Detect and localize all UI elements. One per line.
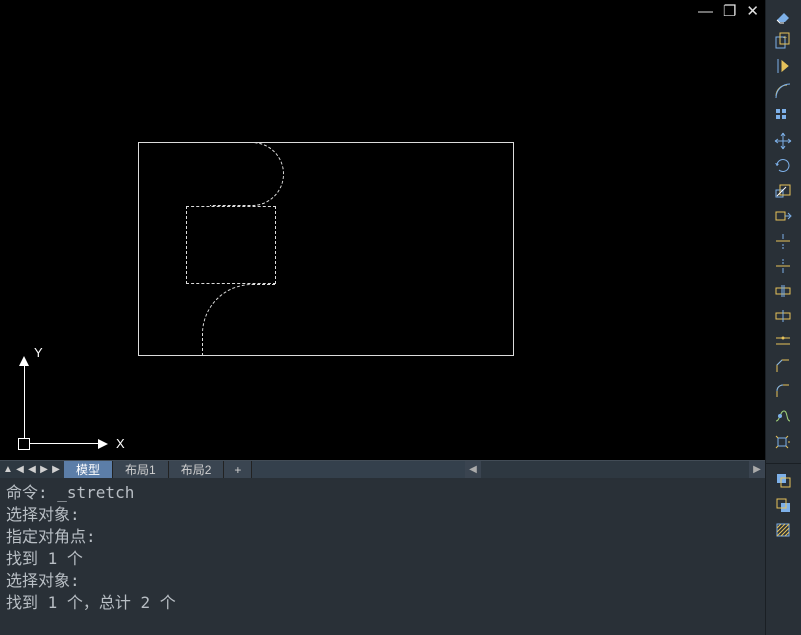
copy-tool[interactable]: + [771,31,795,53]
hatch-back-icon [774,521,792,542]
trim-tool[interactable] [771,231,795,253]
tab-label: 布局2 [181,461,212,478]
break2-icon [774,307,792,328]
plus-icon: + [234,463,241,477]
tab-first-icon[interactable]: ◀ [14,464,26,475]
array-tool[interactable] [771,106,795,128]
modify-toolbar: + [766,0,801,463]
move-tool[interactable] [771,131,795,153]
stretch-icon [774,207,792,228]
selection-window [186,206,276,284]
back-tool[interactable] [771,495,795,517]
right-toolbar-rail: + [765,0,801,635]
svg-text:+: + [783,35,787,42]
stretch-tool[interactable] [771,206,795,228]
break-icon [774,282,792,303]
mirror-tool[interactable] [771,56,795,78]
scale-icon [774,182,792,203]
chamfer-icon [774,357,792,378]
blend-tool[interactable] [771,406,795,428]
tab-label: 模型 [76,461,100,478]
front-tool[interactable] [771,470,795,492]
move-icon [774,132,792,153]
tab-layout1[interactable]: 布局1 [113,461,169,478]
erase-icon [774,7,792,28]
join-icon [774,332,792,353]
ucs-icon: X Y [14,344,124,454]
blend-icon [774,407,792,428]
scroll-right-icon[interactable]: ▶ [749,461,765,479]
erase-tool[interactable] [771,6,795,28]
ucs-y-label: Y [34,345,43,360]
tab-layout2[interactable]: 布局2 [169,461,225,478]
mirror-icon [774,57,792,78]
offset-icon [774,82,792,103]
array-icon [774,107,792,128]
draworder-toolbar [766,463,801,552]
tab-add[interactable]: + [224,461,252,478]
fillet-icon [774,382,792,403]
join-tool[interactable] [771,331,795,353]
tab-nav: ▲ ◀ ◀ ▶ ▶ [0,461,64,478]
tab-up-icon[interactable]: ▲ [2,464,14,475]
back-icon [774,496,792,517]
fillet-tool[interactable] [771,381,795,403]
extend-icon [774,257,792,278]
break-tool[interactable] [771,281,795,303]
ucs-x-label: X [116,436,125,451]
command-window[interactable]: 命令: _stretch 选择对象: 指定对角点: 找到 1 个 选择对象: 找… [0,478,785,635]
hatch-back-tool[interactable] [771,520,795,542]
front-icon [774,471,792,492]
chamfer-tool[interactable] [771,356,795,378]
offset-tool[interactable] [771,81,795,103]
rotate-icon [774,157,792,178]
explode-icon [774,432,792,453]
copy-icon: + [774,32,792,53]
drawing-area[interactable]: — ❐ ✕ X Y ▲ ◀ ◀ ▶ ▶ 模型 布局1 布局2 + ◀ ▶ [0,0,765,480]
tab-last-icon[interactable]: ▶ [50,464,62,475]
rotate-tool[interactable] [771,156,795,178]
horizontal-scrollbar[interactable]: ◀ ▶ [465,461,765,479]
tab-prev-icon[interactable]: ◀ [26,464,38,475]
scale-tool[interactable] [771,181,795,203]
layout-tab-bar: ▲ ◀ ◀ ▶ ▶ 模型 布局1 布局2 + ◀ ▶ [0,460,765,478]
break2-tool[interactable] [771,306,795,328]
tab-next-icon[interactable]: ▶ [38,464,50,475]
scroll-left-icon[interactable]: ◀ [465,461,481,479]
trim-icon [774,232,792,253]
scroll-track[interactable] [481,461,749,479]
tab-label: 布局1 [125,461,156,478]
drawing-arc-top [210,142,284,206]
explode-tool[interactable] [771,431,795,453]
tab-model[interactable]: 模型 [64,461,113,478]
extend-tool[interactable] [771,256,795,278]
